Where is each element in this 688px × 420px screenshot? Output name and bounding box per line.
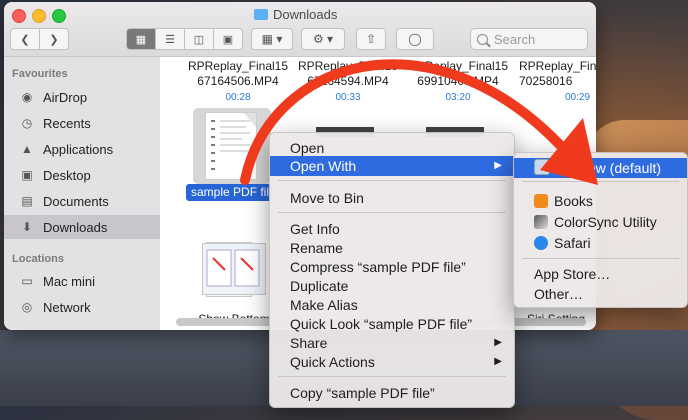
window-title: Downloads — [254, 7, 337, 22]
context-menu: Open Open With ▶ Move to Bin Get Info Ren… — [269, 132, 515, 408]
file-duration: 00:29 — [565, 92, 591, 103]
sidebar-item-downloads[interactable]: ⬇ Downloads — [4, 215, 160, 239]
forward-button[interactable]: ❯ — [40, 29, 68, 49]
file-thumbnail[interactable] — [202, 243, 266, 295]
folder-icon — [254, 9, 268, 20]
pdf-thumbnail[interactable] — [205, 112, 257, 180]
clock-icon: ◷ — [21, 116, 33, 130]
safari-app-icon — [534, 236, 548, 250]
sidebar-item-airdrop[interactable]: ◉ AirDrop — [4, 85, 160, 109]
submenu-arrow-icon: ▶ — [494, 356, 502, 367]
menu-item-copy[interactable]: Copy “sample PDF file” — [270, 383, 514, 403]
search-icon — [477, 33, 488, 45]
submenu-arrow-icon: ▶ — [494, 160, 502, 171]
applications-icon: ▲ — [21, 142, 33, 156]
submenu-item-app-store[interactable]: App Store… — [514, 264, 687, 284]
zoom-button[interactable] — [52, 9, 66, 23]
submenu-item-books[interactable]: Books — [514, 191, 687, 211]
file-duration: 00:33 — [335, 92, 361, 103]
file-duration: 00:28 — [225, 92, 251, 103]
tag-button[interactable]: ◯ — [396, 28, 434, 50]
sidebar: Favourites ◉ AirDrop ◷ Recents ▲ Applicatio… — [4, 57, 160, 330]
file-item[interactable]: RPReplay_Final15 69910405.MP4 — [403, 59, 513, 89]
file-item[interactable]: RPReplay_Final15 67164594.MP4 — [293, 59, 403, 89]
menu-item-quick-look[interactable]: Quick Look “sample PDF file” — [270, 314, 514, 334]
column-view-icon[interactable]: ◫ — [185, 29, 214, 49]
menu-separator — [278, 212, 506, 213]
colorsync-app-icon — [534, 215, 548, 229]
globe-icon: ◎ — [21, 300, 33, 314]
sidebar-item-network[interactable]: ◎ Network — [4, 295, 160, 319]
back-button[interactable]: ❮ — [11, 29, 40, 49]
menu-separator — [522, 258, 679, 259]
submenu-item-other[interactable]: Other… — [514, 284, 687, 304]
menu-item-quick-actions[interactable]: Quick Actions ▶ — [270, 352, 514, 372]
open-with-submenu: Preview (default) Books ColorSync Utilit… — [513, 152, 688, 308]
screenshot-thumbnail-icon — [206, 249, 260, 287]
gallery-view-icon[interactable]: ▣ — [214, 29, 242, 49]
submenu-arrow-icon: ▶ — [494, 337, 502, 348]
sidebar-item-mac-mini[interactable]: ▭ Mac mini — [4, 269, 160, 293]
menu-item-compress[interactable]: Compress “sample PDF file” — [270, 257, 514, 277]
icon-view-icon[interactable]: ▦ — [127, 29, 156, 49]
action-gear-button[interactable]: ⚙ ▾ — [301, 28, 345, 50]
sidebar-item-desktop[interactable]: ▣ Desktop — [4, 163, 160, 187]
computer-icon: ▭ — [21, 274, 33, 288]
search-field[interactable]: Search — [470, 28, 588, 50]
list-view-icon[interactable]: ☰ — [156, 29, 185, 49]
nav-buttons: ❮ ❯ — [10, 28, 69, 50]
sidebar-heading-locations: Locations — [12, 253, 64, 265]
pdf-page-icon — [206, 113, 256, 179]
title-bar: Downloads ❮ ❯ ▦ ☰ ◫ ▣ ▦ ▾ ⚙ ▾ ⇧ ◯ Search — [4, 2, 596, 57]
document-icon: ▤ — [21, 194, 33, 208]
desktop-icon: ▣ — [21, 168, 33, 182]
file-item[interactable]: RPReplay_Final15 67164506.MP4 — [183, 59, 293, 89]
share-button[interactable]: ⇧ — [356, 28, 386, 50]
selected-file-name[interactable]: sample PDF file — [186, 184, 272, 201]
close-button[interactable] — [12, 9, 26, 23]
minimize-button[interactable] — [32, 9, 46, 23]
submenu-item-preview[interactable]: Preview (default) — [514, 158, 687, 178]
sidebar-item-recents[interactable]: ◷ Recents — [4, 111, 160, 135]
group-button[interactable]: ▦ ▾ — [251, 28, 293, 50]
airdrop-icon: ◉ — [21, 90, 33, 104]
books-app-icon — [534, 194, 548, 208]
download-icon: ⬇ — [21, 220, 33, 234]
menu-item-duplicate[interactable]: Duplicate — [270, 276, 514, 296]
file-item[interactable]: RPReplay_Final1570258016 — [513, 59, 596, 89]
menu-item-open[interactable]: Open — [270, 138, 514, 158]
menu-item-open-with[interactable]: Open With ▶ — [270, 156, 514, 176]
preview-app-icon — [534, 159, 550, 175]
menu-item-make-alias[interactable]: Make Alias — [270, 295, 514, 315]
menu-item-rename[interactable]: Rename — [270, 238, 514, 258]
submenu-item-colorsync[interactable]: ColorSync Utility — [514, 212, 687, 232]
menu-separator — [278, 180, 506, 181]
menu-item-move-to-bin[interactable]: Move to Bin — [270, 188, 514, 208]
submenu-item-safari[interactable]: Safari — [514, 233, 687, 253]
view-mode-control: ▦ ☰ ◫ ▣ — [126, 28, 243, 50]
menu-separator — [522, 181, 679, 182]
menu-item-share[interactable]: Share ▶ — [270, 333, 514, 353]
sidebar-item-applications[interactable]: ▲ Applications — [4, 137, 160, 161]
file-duration: 03:20 — [445, 92, 471, 103]
sidebar-heading-favourites: Favourites — [12, 68, 68, 80]
menu-separator — [278, 376, 506, 377]
menu-item-get-info[interactable]: Get Info — [270, 219, 514, 239]
sidebar-item-documents[interactable]: ▤ Documents — [4, 189, 160, 213]
